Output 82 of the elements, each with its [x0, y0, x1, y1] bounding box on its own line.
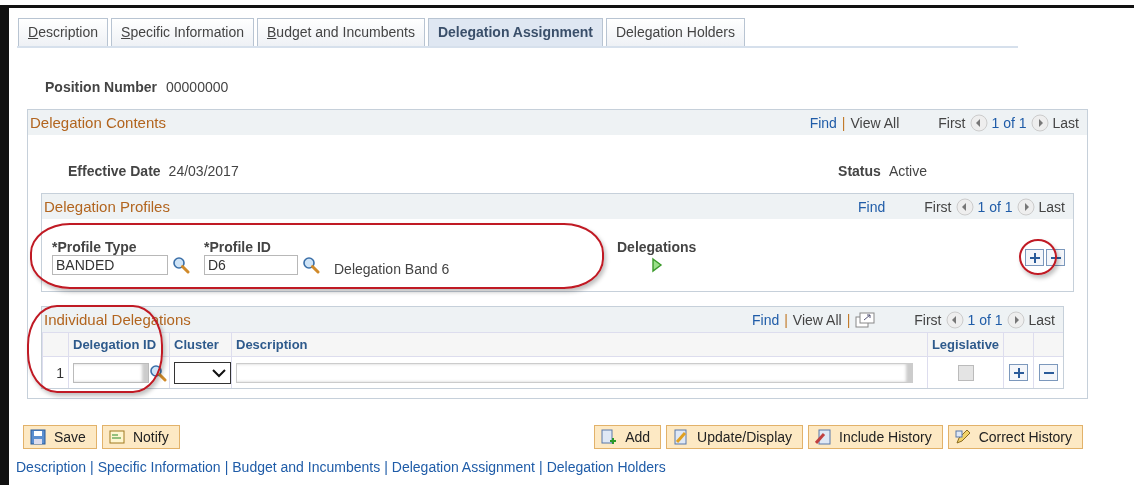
row-number: 1: [42, 356, 68, 388]
first-label: First: [924, 198, 952, 215]
next-icon[interactable]: [1016, 197, 1035, 216]
save-button[interactable]: Save: [23, 425, 97, 449]
find-link[interactable]: Find: [858, 198, 886, 215]
separator: |: [90, 459, 94, 475]
view-all-link[interactable]: View All: [850, 114, 900, 131]
input-field[interactable]: BANDED: [52, 255, 168, 275]
next-icon[interactable]: [1006, 310, 1025, 329]
field-label: Status: [838, 163, 881, 181]
plus-icon: [1028, 251, 1041, 264]
section-title: Delegation Contents: [30, 114, 166, 131]
input-field[interactable]: [73, 362, 149, 383]
envelope-icon: [108, 430, 125, 444]
correct-button[interactable]: Correct History: [947, 425, 1083, 449]
tab[interactable]: Delegation Holders: [605, 18, 746, 46]
first-label: First: [914, 311, 942, 328]
field-label: *Profile Type: [52, 239, 138, 255]
document-pencil-icon: [815, 429, 832, 445]
page-count: 1 of 1: [977, 198, 1013, 215]
next-icon[interactable]: [1030, 113, 1049, 132]
play-arrow-icon[interactable]: [650, 257, 663, 273]
page-count: 1 of 1: [991, 114, 1027, 131]
include-button[interactable]: Include History: [808, 425, 943, 449]
delete-row-button[interactable]: [1039, 364, 1058, 381]
field-label: Effective Date: [68, 163, 161, 181]
field-label: Delegations: [617, 239, 697, 255]
field-label: *Profile ID: [204, 239, 272, 255]
previous-icon[interactable]: [955, 197, 974, 216]
pencil-icon: [954, 429, 971, 445]
column-header: Cluster: [169, 332, 231, 356]
separator: |: [841, 114, 846, 131]
field-value: Delegation Band 6: [334, 261, 450, 277]
search-icon[interactable]: [149, 363, 167, 382]
add-document-icon: [601, 429, 618, 445]
popup-window-icon[interactable]: [855, 311, 876, 328]
field-value: Active: [888, 163, 927, 181]
section-title: Delegation Profiles: [44, 198, 170, 215]
page-count: 1 of 1: [967, 311, 1003, 328]
find-link[interactable]: Find: [809, 114, 837, 131]
view-all-link[interactable]: View All: [792, 311, 842, 328]
tab[interactable]: Delegation Assignment: [427, 18, 603, 46]
input-field[interactable]: [236, 362, 914, 383]
tab[interactable]: Budget and Incumbents: [257, 18, 425, 46]
find-link[interactable]: Find: [752, 311, 780, 328]
first-label: First: [938, 114, 966, 131]
search-icon[interactable]: [302, 256, 320, 274]
plus-icon: [1012, 366, 1025, 379]
add-row-button[interactable]: [1009, 364, 1028, 381]
field-value: 00000000: [166, 79, 229, 97]
add-button[interactable]: Add: [594, 425, 662, 449]
footer-link[interactable]: Budget and Incumbents: [232, 459, 381, 475]
column-header: Legislative: [927, 332, 1003, 356]
separator: |: [846, 311, 851, 328]
column-header: Delegation ID: [68, 332, 169, 356]
footer-link[interactable]: Delegation Holders: [546, 459, 666, 475]
update-button[interactable]: Update/Display: [666, 425, 804, 449]
footer-link[interactable]: Specific Information: [97, 459, 221, 475]
chevron-down-icon: [212, 367, 226, 378]
field-value: 24/03/2017: [168, 163, 239, 181]
previous-icon[interactable]: [945, 310, 964, 329]
footer-link[interactable]: Delegation Assignment: [391, 459, 535, 475]
input-field[interactable]: D6: [204, 255, 298, 275]
checkbox[interactable]: [957, 364, 974, 381]
delete-row-button[interactable]: [1046, 249, 1065, 266]
footer-link[interactable]: Description: [16, 459, 87, 475]
field-label: Position Number: [45, 79, 157, 97]
last-label: Last: [1028, 311, 1055, 328]
add-row-button[interactable]: [1025, 249, 1044, 266]
separator: |: [539, 459, 543, 475]
previous-icon[interactable]: [969, 113, 988, 132]
notify-button[interactable]: Notify: [101, 425, 180, 449]
edit-document-icon: [673, 429, 690, 445]
column-header: Description: [231, 332, 927, 356]
last-label: Last: [1038, 198, 1065, 215]
separator: |: [384, 459, 388, 475]
last-label: Last: [1052, 114, 1079, 131]
tab[interactable]: Description: [18, 18, 109, 46]
separator: |: [784, 311, 788, 328]
search-icon[interactable]: [172, 256, 190, 274]
separator: |: [224, 459, 229, 475]
tab[interactable]: Specific Information: [111, 18, 254, 46]
